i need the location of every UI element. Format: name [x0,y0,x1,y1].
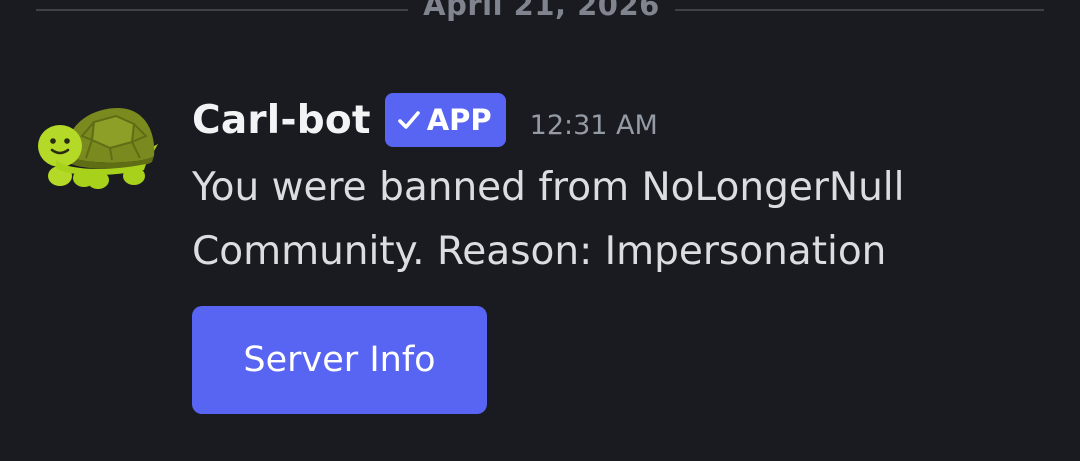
message-content: You were banned from NoLongerNull Commun… [192,156,1032,284]
divider-line-right [675,9,1044,11]
app-badge-label: APP [426,103,492,137]
turtle-icon [38,108,158,189]
avatar[interactable] [36,104,160,194]
checkmark-icon [397,111,420,129]
author-name[interactable]: Carl-bot [192,101,371,140]
date-divider-label: April 21, 2026 [423,0,660,22]
server-info-button[interactable]: Server Info [192,306,487,414]
date-divider: April 21, 2026 [0,0,1080,24]
message-header: Carl-bot APP 12:31 AM [192,92,658,148]
message-line-1: You were banned from NoLongerNull [192,165,905,210]
message-timestamp: 12:31 AM [529,109,658,141]
app-badge: APP [384,93,506,147]
message-line-2: Community. Reason: Impersonation [192,229,887,274]
divider-line-left [36,9,408,11]
